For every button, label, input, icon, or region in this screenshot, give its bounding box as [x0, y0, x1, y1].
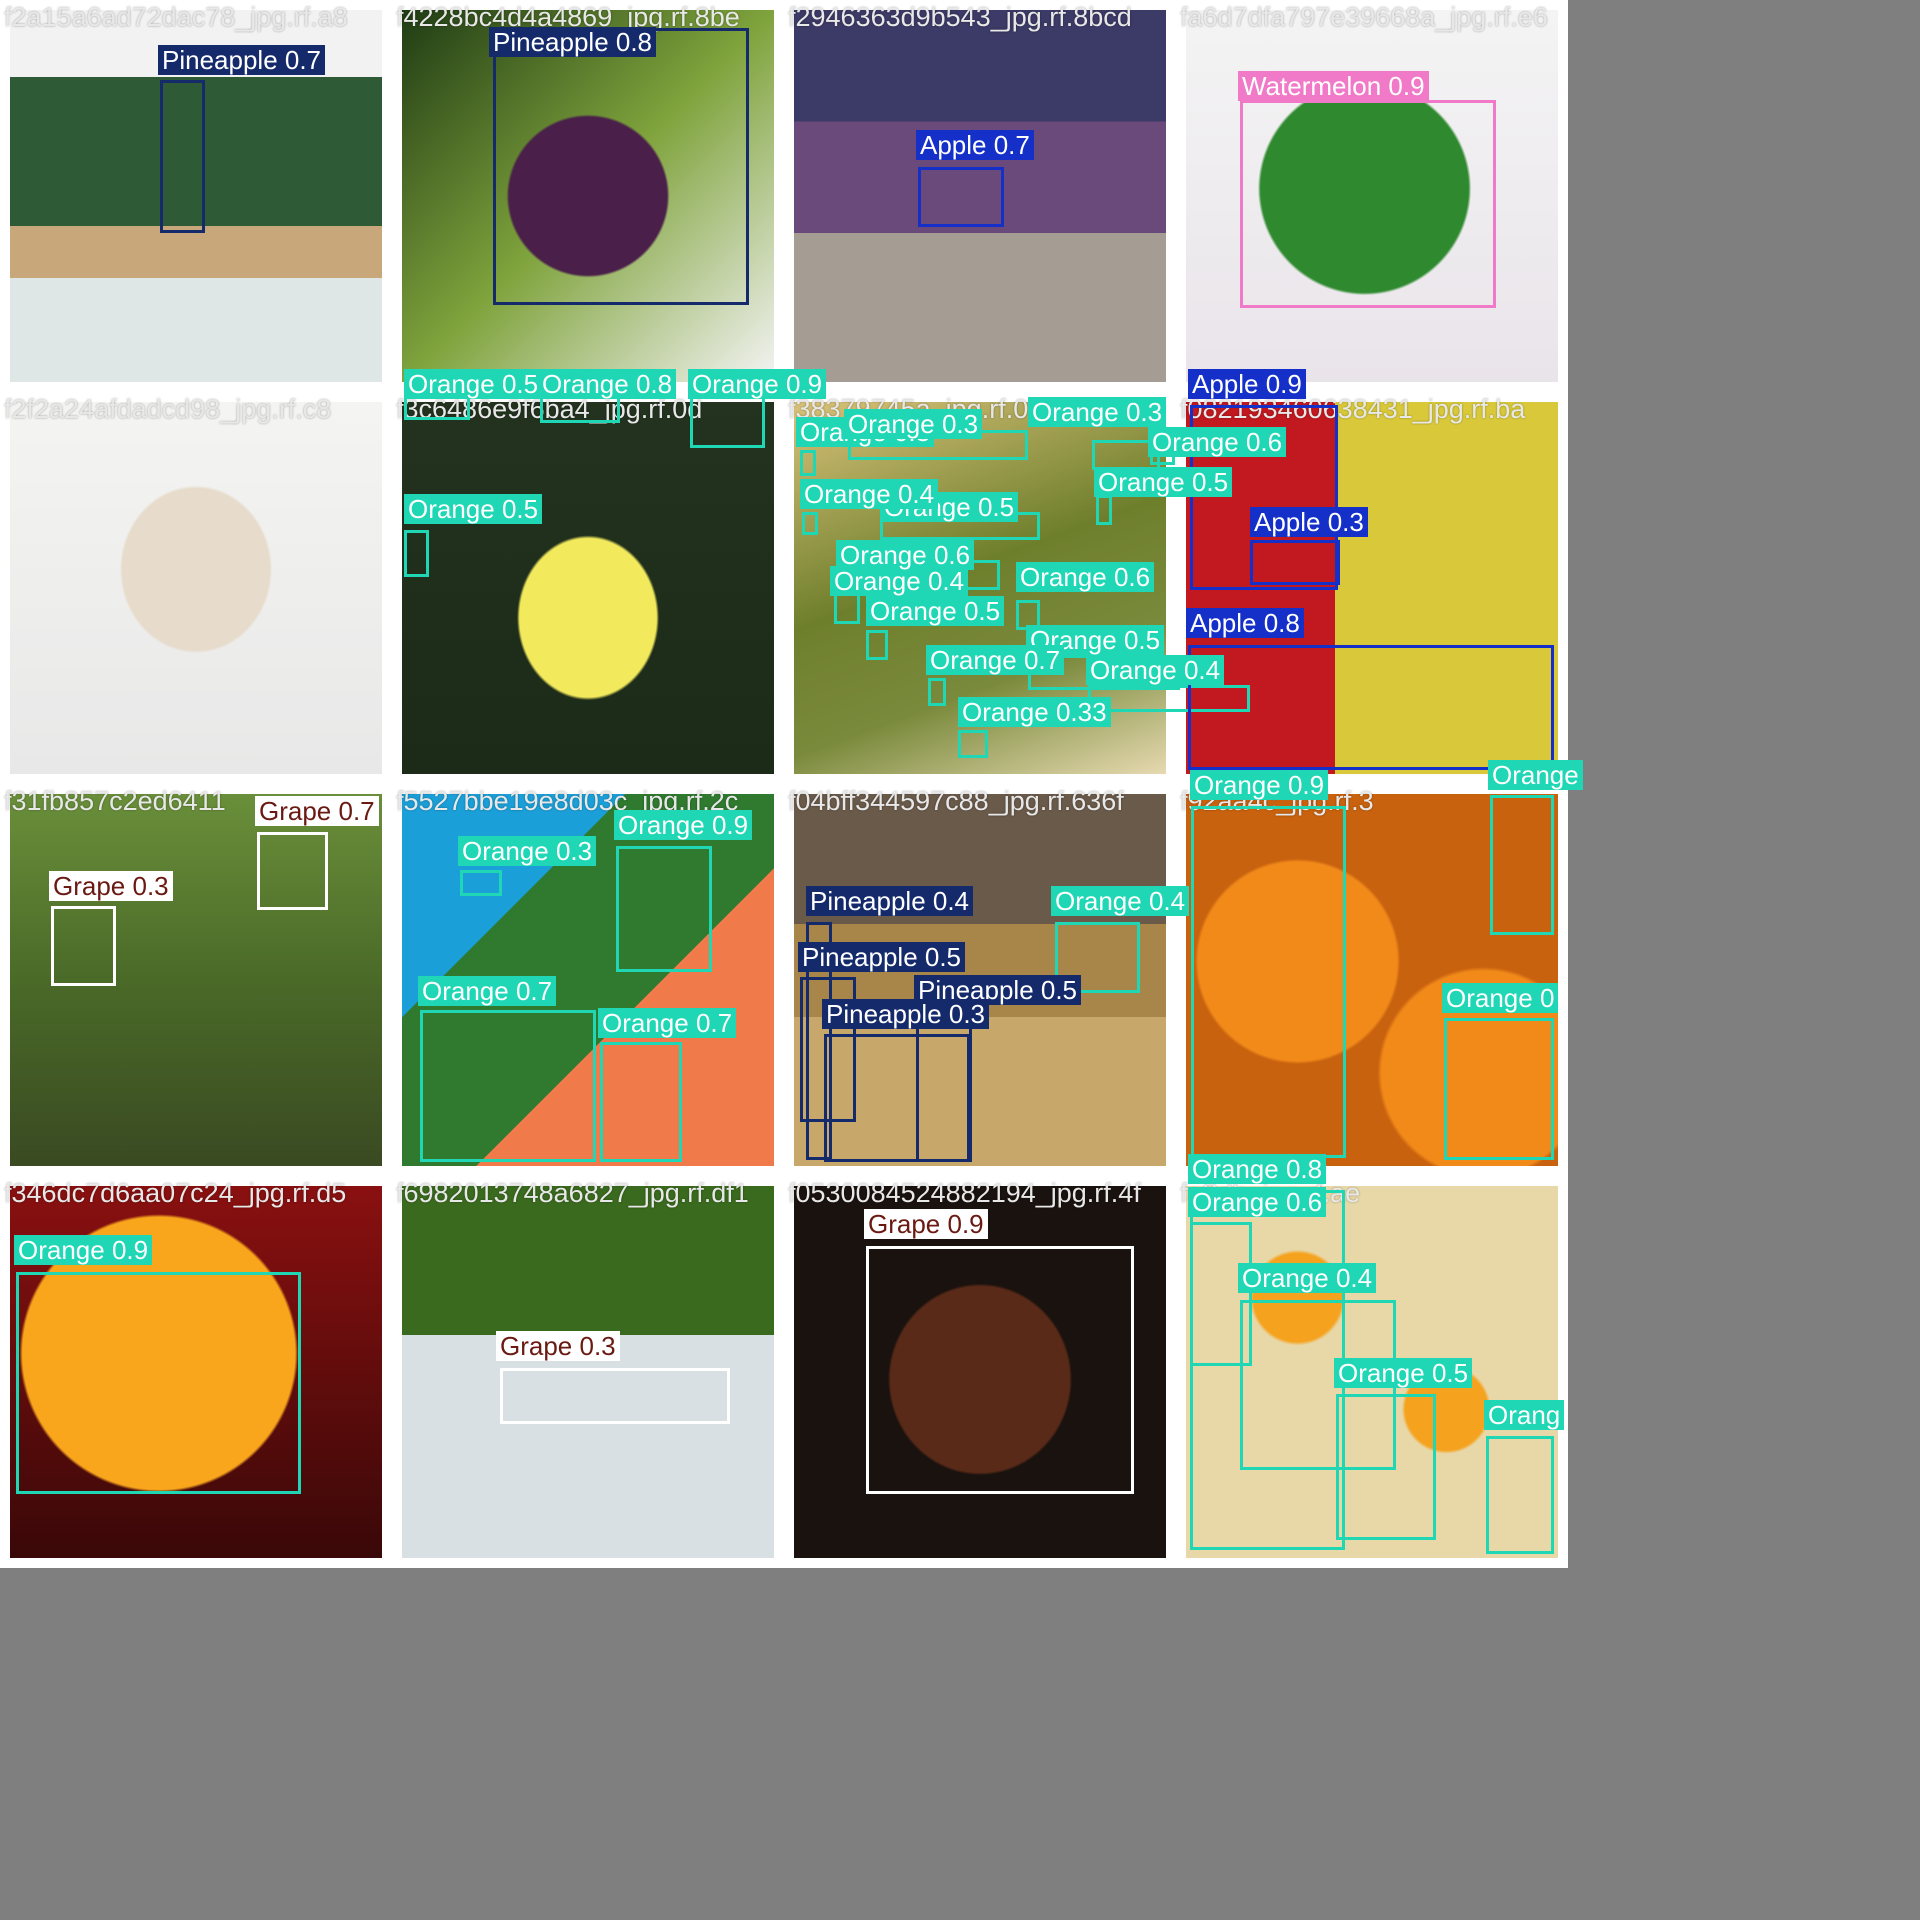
detection-box [16, 1272, 301, 1494]
detection-box [1486, 1436, 1554, 1554]
detection-label: Orange 0.5 [1094, 467, 1233, 497]
detection-box [540, 395, 620, 423]
detection-label: Orange 0.6 [1016, 562, 1155, 592]
detection-label: Orange 0.6 [1148, 427, 1287, 457]
detection-box [800, 450, 816, 476]
detection-label: Grape 0.7 [255, 796, 379, 826]
detection-label: Orange 0.3 [844, 409, 983, 439]
detection-label: Pineapple 0.3 [822, 999, 990, 1029]
detection-box [420, 1010, 596, 1162]
detection-label: Pineapple 0.5 [798, 942, 966, 972]
detection-box [802, 512, 818, 535]
detection-label: Orange 0.7 [418, 976, 557, 1006]
tile-filename: f2946363d9b543_jpg.rf.8bcd [788, 2, 1132, 32]
detection-label: Orange 0.7 [926, 645, 1065, 675]
detection-box [824, 1034, 970, 1162]
detection-box [1250, 540, 1340, 585]
detection-box [1444, 1018, 1554, 1160]
detection-label: Orange 0 [1442, 983, 1559, 1013]
detection-label: Orange 0.9 [614, 810, 753, 840]
detection-label: Watermelon 0.9 [1238, 71, 1429, 101]
detection-label: Orange 0.9 [1190, 770, 1329, 800]
detection-label: Apple 0.8 [1186, 608, 1304, 638]
detection-label: Apple 0.7 [916, 130, 1034, 160]
detection-box [616, 846, 712, 972]
detection-label: Orange 0.4 [1238, 1263, 1377, 1293]
tile-filename: f6982013748a6827_jpg.rf.df1 [396, 1178, 749, 1208]
tile-photo [10, 402, 382, 774]
detection-label: Grape 0.3 [496, 1331, 620, 1361]
detection-label: Orange 0.8 [538, 369, 677, 399]
tile-filename: f346dc7d6aa07c24_jpg.rf.d5 [4, 1178, 347, 1208]
detection-box [460, 870, 502, 896]
detection-box [493, 28, 749, 305]
detection-label: Orange 0.33 [958, 697, 1111, 727]
detection-box [1490, 795, 1554, 935]
image-tile: f2f2a24afdadcd98_jpg.rf.c8 [0, 392, 392, 784]
detection-box [1336, 1394, 1436, 1540]
detection-label: Pineapple 0.4 [806, 886, 974, 916]
detection-label: Orange 0.4 [800, 479, 939, 509]
detection-label: Orange 0.7 [598, 1008, 737, 1038]
tile-filename: f2f2a24afdadcd98_jpg.rf.c8 [4, 394, 332, 424]
detection-label: Orange 0.8 [1188, 1154, 1327, 1184]
detection-box [257, 832, 328, 910]
tile-filename: f2a15a6ad72dac78_jpg.rf.a8 [4, 2, 348, 32]
detection-box [918, 167, 1004, 227]
detection-label: Orang [1484, 1400, 1565, 1430]
detection-box [1096, 495, 1112, 525]
detection-label: Orange 0.9 [688, 369, 827, 399]
detection-label: Orange 0.5 [866, 596, 1005, 626]
detection-label: Orange 0.3 [1028, 397, 1167, 427]
detection-label: Orange 0.4 [1051, 886, 1190, 916]
detection-box [500, 1368, 730, 1424]
detection-label: Pineapple 0.8 [489, 27, 657, 57]
detection-label: Grape 0.9 [864, 1209, 988, 1239]
detection-box [1191, 806, 1346, 1158]
detection-label: Orange 0.6 [1188, 1187, 1327, 1217]
tile-filename: f0530084524882194_jpg.rf.4f [788, 1178, 1141, 1208]
detection-label: Orange 0.9 [14, 1235, 153, 1265]
detection-label: Orange [1488, 760, 1583, 790]
detection-box [866, 630, 888, 660]
detection-box [958, 730, 988, 758]
detection-box [160, 80, 205, 233]
detection-label: Orange 0.4 [1086, 655, 1225, 685]
tile-photo [402, 402, 774, 774]
detection-label: Orange 0.3 [458, 836, 597, 866]
detection-mosaic: f2a15a6ad72dac78_jpg.rf.a8 Pineapple 0.7 f… [0, 0, 1583, 1568]
detection-box [1240, 100, 1496, 308]
detection-label: Apple 0.9 [1188, 369, 1306, 399]
detection-box [600, 1042, 682, 1162]
tile-filename: f04bff344597c88_jpg.rf.636f [788, 786, 1124, 816]
detection-label: Grape 0.3 [49, 871, 173, 901]
detection-box [866, 1246, 1134, 1494]
detection-label: Orange 0.4 [830, 566, 969, 596]
detection-label: Apple 0.3 [1250, 507, 1368, 537]
detection-label: Pineapple 0.7 [158, 45, 326, 75]
detection-box [928, 678, 946, 706]
detection-label: Orange 0.5 [1334, 1358, 1473, 1388]
detection-box [1188, 645, 1554, 770]
detection-box [51, 906, 116, 986]
image-tile: f3c6486e9f6ba4_jpg.rf.0d [392, 392, 784, 784]
detection-label: Orange 0.6 [836, 540, 975, 570]
detection-label: Orange 0.5 [404, 369, 543, 399]
tile-filename: fa6d7dfa797e39668a_jpg.rf.e6 [1180, 2, 1548, 32]
detection-label: Orange 0.5 [404, 494, 543, 524]
detection-box [404, 530, 429, 577]
detection-box [690, 395, 765, 448]
tile-filename: f31fb857c2ed6411 [4, 786, 226, 816]
